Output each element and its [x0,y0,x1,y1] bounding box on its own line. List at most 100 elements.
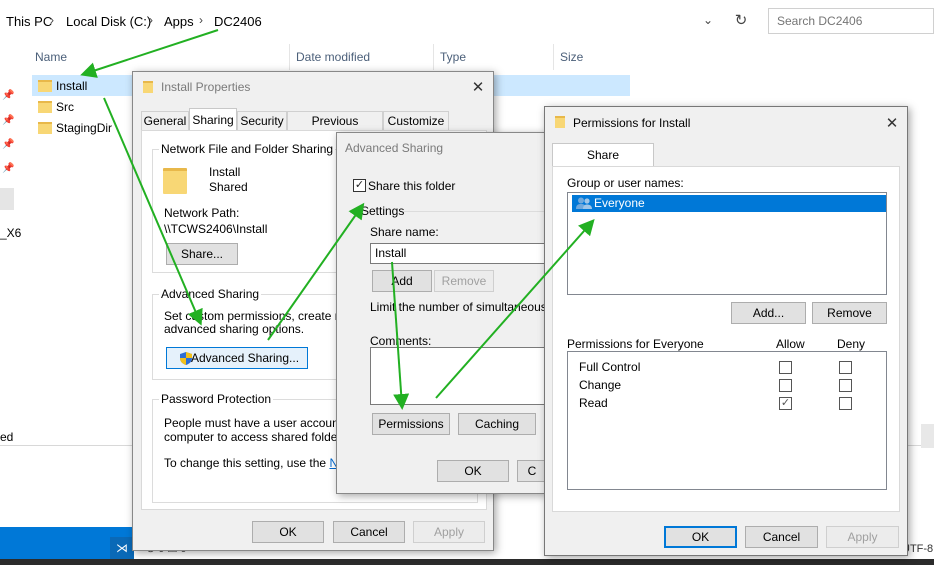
divider [403,211,547,212]
limit-users-label: Limit the number of simultaneous use [370,300,570,314]
folder-icon [38,80,52,92]
close-icon[interactable]: ✕ [882,114,902,132]
share-this-folder-label: Share this folder [368,179,456,193]
cancel-button[interactable]: Cancel [745,526,818,548]
breadcrumb-separator-icon: › [50,13,54,27]
pin-icon: 📌 [2,163,15,174]
cancel-button[interactable]: C [517,460,547,482]
apply-button[interactable]: Apply [826,526,899,548]
pin-icon: 📌 [2,115,15,126]
advanced-sharing-description: advanced sharing options. [164,322,305,336]
permissions-list: Full Control Change Read ✓ [567,351,887,490]
nav-pane-item-cut: ed [0,430,14,444]
apply-button[interactable]: Apply [413,521,485,543]
folder-icon [143,81,153,93]
full-control-allow-checkbox[interactable] [779,361,792,374]
dialog-title: Advanced Sharing [345,141,444,155]
remove-user-button[interactable]: Remove [812,302,887,324]
folder-name: Install [209,165,241,179]
deny-column-header: Deny [837,337,866,351]
user-list[interactable]: Everyone [567,192,887,295]
address-bar[interactable]: This PC › Local Disk (C:) › Apps › DC240… [0,0,760,42]
change-allow-checkbox[interactable] [779,379,792,392]
column-divider[interactable] [433,44,434,70]
bottom-strip [0,559,934,565]
file-row-stagingdir[interactable]: StagingDir [32,117,132,138]
comments-textarea[interactable] [370,347,547,405]
ok-button[interactable]: OK [252,521,324,543]
breadcrumb-this-pc[interactable]: This PC [6,14,52,29]
group-title: Network File and Folder Sharing [159,142,336,156]
group-or-user-names-label: Group or user names: [567,176,684,190]
pin-icon: 📌 [2,139,15,150]
nav-pane-item-cut[interactable]: _X6 [0,226,21,240]
remote-icon[interactable]: ⋊ [110,537,134,559]
breadcrumb-apps[interactable]: Apps [164,14,194,29]
add-user-button[interactable]: Add... [731,302,806,324]
tab-strip: General Sharing Security Previous Versio… [141,108,487,147]
password-change-text: To change this setting, use the Netw [164,456,357,470]
file-row-src[interactable]: Src [32,96,132,117]
chevron-down-icon[interactable]: ⌄ [703,13,713,27]
share-this-folder-checkbox[interactable]: ✓ [353,179,366,192]
advanced-sharing-button[interactable]: Advanced Sharing... [166,347,308,369]
file-name: StagingDir [56,121,113,135]
password-description: computer to access shared folders. [164,430,351,444]
advanced-sharing-button-label: Advanced Sharing... [190,351,300,365]
permission-name: Change [579,378,622,392]
comments-label: Comments: [370,334,432,348]
full-control-deny-checkbox[interactable] [839,361,852,374]
close-icon[interactable]: ✕ [468,78,488,96]
allow-column-header: Allow [776,337,805,351]
nav-pane-selection[interactable] [0,188,14,210]
share-name-field[interactable]: Install [370,243,547,264]
permissions-button[interactable]: Permissions [372,413,450,435]
read-deny-checkbox[interactable] [839,397,852,410]
change-deny-checkbox[interactable] [839,379,852,392]
network-path-label: Network Path: [164,206,240,220]
column-divider[interactable] [553,44,554,70]
settings-label: Settings [361,204,405,218]
read-allow-checkbox[interactable]: ✓ [779,397,792,410]
share-button[interactable]: Share... [166,243,238,265]
pin-icon: 📌 [2,90,15,101]
tab-security[interactable]: Security [237,111,287,130]
dialog-title: Install Properties [161,80,251,94]
column-header-name[interactable]: Name [35,50,67,64]
column-header-size[interactable]: Size [560,50,583,64]
tab-customize[interactable]: Customize [383,111,449,130]
password-change-prefix: To change this setting, use the [164,456,330,470]
cancel-button[interactable]: Cancel [333,521,405,543]
file-name: Install [56,79,88,93]
breadcrumb-dc2406[interactable]: DC2406 [214,14,262,29]
search-input[interactable] [775,13,929,29]
user-name: Everyone [594,196,645,210]
folder-icon [555,116,565,128]
add-share-button[interactable]: Add [372,270,432,292]
tab-general[interactable]: General [141,111,189,130]
file-name: Src [56,100,74,114]
column-divider[interactable] [289,44,290,70]
folder-icon [38,101,52,113]
permission-name: Full Control [579,360,641,374]
tab-sharing[interactable]: Sharing [189,108,237,130]
permissions-for-label: Permissions for Everyone [567,337,704,351]
column-header-type[interactable]: Type [440,50,466,64]
ok-button[interactable]: OK [437,460,509,482]
ok-button[interactable]: OK [664,526,737,548]
breadcrumb-local-disk[interactable]: Local Disk (C:) [66,14,151,29]
folder-icon [38,122,52,134]
column-header-date-modified[interactable]: Date modified [296,50,370,64]
group-title: Password Protection [159,392,274,406]
permission-name: Read [579,396,608,410]
scrollbar[interactable] [921,424,934,448]
search-box[interactable] [768,8,934,34]
caching-button[interactable]: Caching [458,413,536,435]
remove-share-button[interactable]: Remove [434,270,494,292]
tab-share-permissions[interactable]: Share Permissions [552,143,654,184]
tab-previous-versions[interactable]: Previous Versions [287,111,383,147]
list-item-everyone[interactable]: Everyone [572,195,886,212]
permissions-dialog: Permissions for Install ✕ Share Permissi… [544,106,908,556]
refresh-icon[interactable]: ↻ [730,11,752,33]
advanced-sharing-dialog: Advanced Sharing ✓ Share this folder Set… [336,132,569,494]
